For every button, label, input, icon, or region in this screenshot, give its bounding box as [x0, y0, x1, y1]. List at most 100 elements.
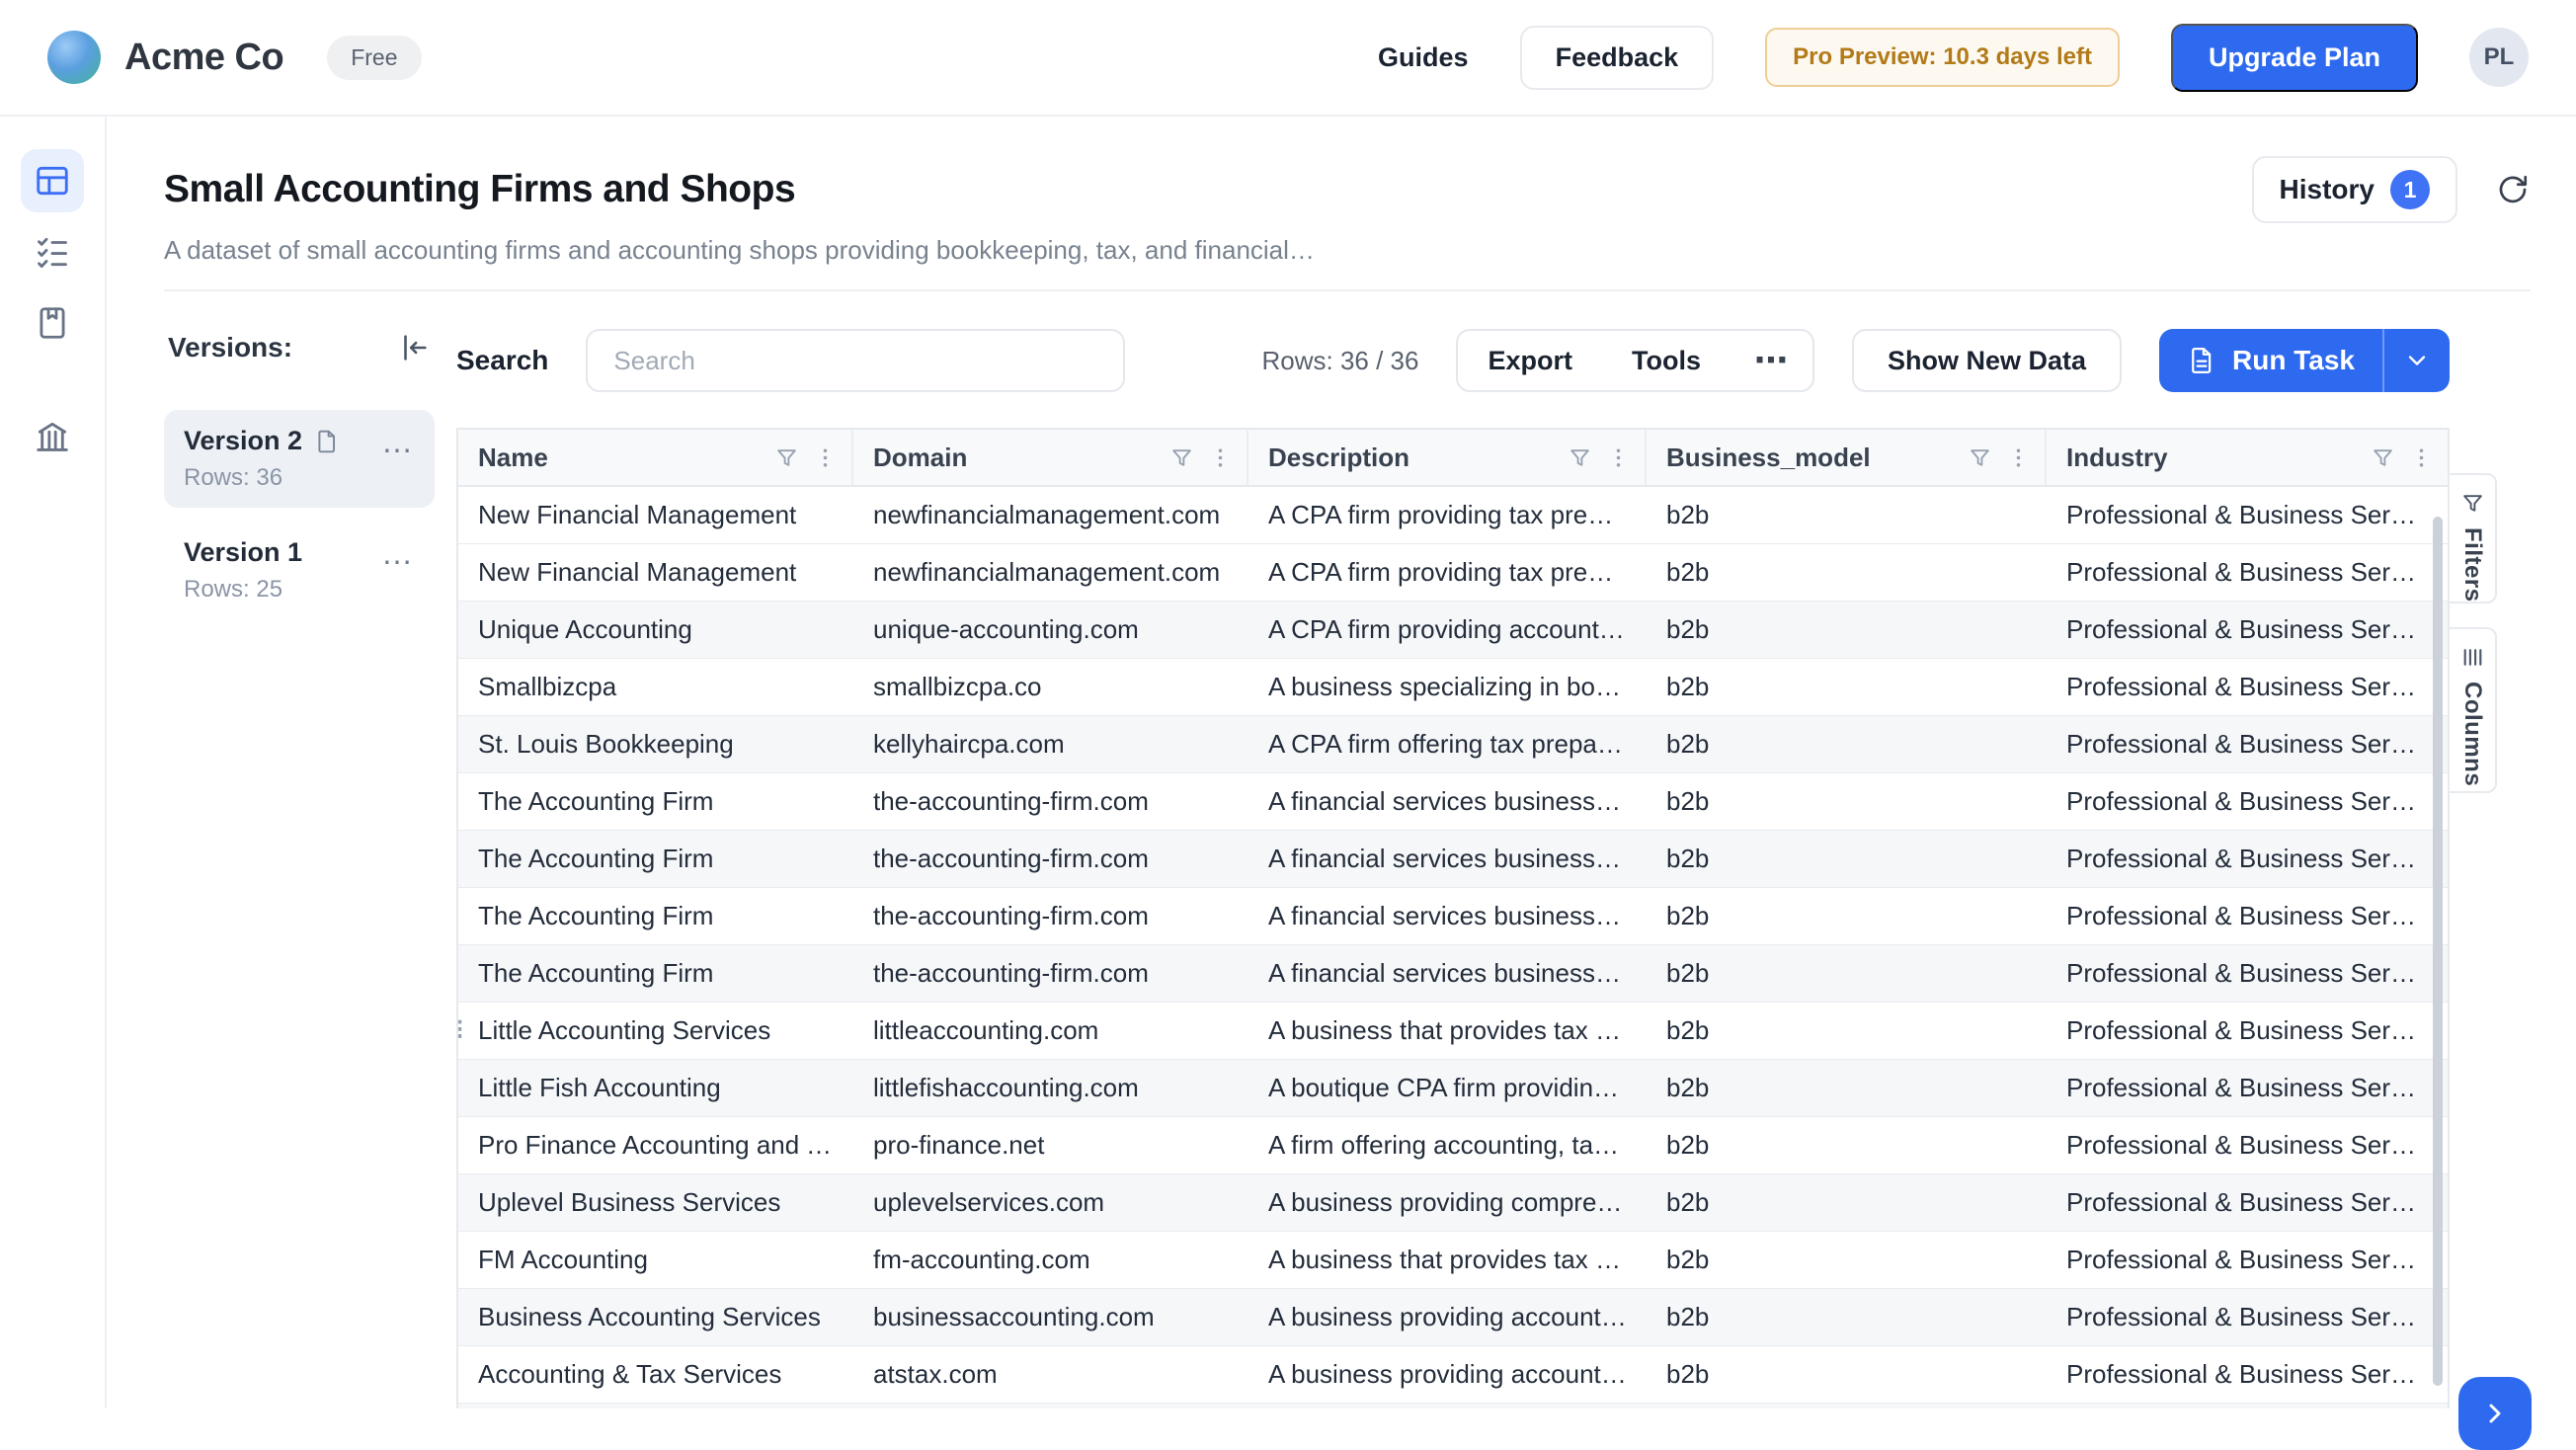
cell-domain[interactable]: businessaccounting.com [853, 1289, 1248, 1345]
cell-domain[interactable]: the-accounting-firm.com [853, 945, 1248, 1002]
cell-business-model[interactable]: b2b [1647, 487, 2047, 543]
cell-name[interactable]: The Accounting Firm [458, 773, 853, 830]
cell-description[interactable]: A financial services business o… [1248, 945, 1647, 1002]
cell-business-model[interactable]: b2b [1647, 1117, 2047, 1173]
filter-icon[interactable] [2371, 445, 2395, 470]
table-row[interactable]: Smallbizcpa smallbizcpa.co A business sp… [458, 659, 2448, 716]
column-menu-icon[interactable] [813, 445, 838, 470]
cell-domain[interactable]: unique-accounting.com [853, 602, 1248, 658]
rail-companies-button[interactable] [21, 405, 84, 468]
cell-business-model[interactable]: b2b [1647, 1289, 2047, 1345]
table-row[interactable]: New Financial Management newfinancialman… [458, 487, 2448, 544]
cell-business-model[interactable]: b2b [1647, 945, 2047, 1002]
cell-domain[interactable]: littleaccounting.com [853, 1003, 1248, 1059]
version-menu-icon[interactable]: … [381, 543, 415, 563]
cell-industry[interactable]: Professional & Business Servic… [2047, 945, 2448, 1002]
cell-industry[interactable]: Professional & Business Servic… [2047, 831, 2448, 887]
cell-industry[interactable]: Professional & Business Servic… [2047, 1289, 2448, 1345]
cell-description[interactable]: A business specializing in boo… [1248, 659, 1647, 715]
table-row[interactable]: Little Fish Accounting littlefishaccount… [458, 1060, 2448, 1117]
filter-icon[interactable] [1169, 445, 1194, 470]
cell-name[interactable]: The Accounting Firm [458, 945, 853, 1002]
table-row[interactable]: Accounting & Tax Services atstax.com A b… [458, 1346, 2448, 1404]
rail-table-view-button[interactable] [21, 149, 84, 212]
cell-name[interactable]: Business Accounting Services [458, 1289, 853, 1345]
rail-tasks-button[interactable] [21, 220, 84, 283]
table-row[interactable]: The Accounting Firm the-accounting-firm.… [458, 773, 2448, 831]
show-new-data-button[interactable]: Show New Data [1852, 329, 2122, 392]
table-row[interactable]: Uplevel Business Services uplevelservice… [458, 1174, 2448, 1232]
run-task-button[interactable]: Run Task [2159, 329, 2382, 392]
version-item[interactable]: Version 1 … Rows: 25 [164, 522, 435, 619]
cell-name[interactable]: Uplevel Business Services [458, 1174, 853, 1231]
column-header[interactable]: Industry [2047, 430, 2448, 485]
history-button[interactable]: History 1 [2252, 156, 2457, 223]
cell-domain[interactable]: the-accounting-firm.com [853, 888, 1248, 944]
rail-library-button[interactable] [21, 291, 84, 355]
export-button[interactable]: Export [1458, 331, 1602, 390]
cell-industry[interactable]: Professional & Business Servic… [2047, 1232, 2448, 1288]
cell-business-model[interactable]: b2b [1647, 1174, 2047, 1231]
cell-description[interactable]: A business that provides tax pl… [1248, 1003, 1647, 1059]
cell-industry[interactable]: Professional & Business Servic… [2047, 1060, 2448, 1116]
cell-description[interactable]: A business that provides tax p… [1248, 1232, 1647, 1288]
cell-description[interactable]: A firm offering accounting, tax… [1248, 1117, 1647, 1173]
column-menu-icon[interactable] [1606, 445, 1631, 470]
cell-name[interactable]: Elite Accounting & Tax [458, 1404, 853, 1409]
cell-domain[interactable]: pro-finance.net [853, 1117, 1248, 1173]
filter-icon[interactable] [1568, 445, 1592, 470]
column-header[interactable]: Description [1248, 430, 1647, 485]
cell-domain[interactable]: fm-accounting.com [853, 1232, 1248, 1288]
table-row[interactable]: Pro Finance Accounting and T… pro-financ… [458, 1117, 2448, 1174]
cell-domain[interactable]: newfinancialmanagement.com [853, 544, 1248, 601]
cell-description[interactable]: A CPA firm offering tax prepar… [1248, 716, 1647, 772]
cell-description[interactable]: A financial services business o… [1248, 831, 1647, 887]
table-row[interactable]: Business Accounting Services businessacc… [458, 1289, 2448, 1346]
table-row[interactable]: The Accounting Firm the-accounting-firm.… [458, 945, 2448, 1003]
cell-domain[interactable]: littlefishaccounting.com [853, 1060, 1248, 1116]
cell-business-model[interactable]: b2b [1647, 1003, 2047, 1059]
cell-name[interactable]: New Financial Management [458, 487, 853, 543]
cell-domain[interactable]: uplevelservices.com [853, 1174, 1248, 1231]
table-row[interactable]: St. Louis Bookkeeping kellyhaircpa.com A… [458, 716, 2448, 773]
filter-icon[interactable] [774, 445, 799, 470]
search-input[interactable] [586, 329, 1125, 392]
cell-domain[interactable]: the-accounting-firm.com [853, 831, 1248, 887]
cell-name[interactable]: Little Fish Accounting [458, 1060, 853, 1116]
cell-industry[interactable]: Professional & Business Servic… [2047, 1174, 2448, 1231]
cell-description[interactable]: A CPA firm providing accounti… [1248, 602, 1647, 658]
cell-name[interactable]: Little Accounting Services [458, 1003, 853, 1059]
vertical-scrollbar[interactable] [2433, 517, 2443, 1386]
cell-domain[interactable]: elitetaxplanningservices.com [853, 1404, 1248, 1409]
run-task-dropdown-button[interactable] [2384, 329, 2450, 392]
cell-name[interactable]: Pro Finance Accounting and T… [458, 1117, 853, 1173]
column-header[interactable]: Domain [853, 430, 1248, 485]
table-row[interactable]: The Accounting Firm the-accounting-firm.… [458, 888, 2448, 945]
cell-name[interactable]: The Accounting Firm [458, 831, 853, 887]
cell-business-model[interactable]: b2b [1647, 716, 2047, 772]
tools-overflow-icon[interactable]: ⋯ [1731, 331, 1812, 390]
cell-description[interactable]: A business providing compreh… [1248, 1174, 1647, 1231]
column-menu-icon[interactable] [1208, 445, 1233, 470]
cell-industry[interactable]: Professional & Business Servic… [2047, 1003, 2448, 1059]
cell-industry[interactable]: Professional & Business Servic… [2047, 773, 2448, 830]
cell-industry[interactable]: Professional & Business Servic… [2047, 888, 2448, 944]
column-header[interactable]: Name [458, 430, 853, 485]
cell-domain[interactable]: smallbizcpa.co [853, 659, 1248, 715]
refresh-button[interactable] [2495, 172, 2531, 207]
upgrade-plan-button[interactable]: Upgrade Plan [2171, 24, 2418, 92]
collapse-panel-button[interactable] [397, 331, 431, 364]
cell-domain[interactable]: kellyhaircpa.com [853, 716, 1248, 772]
filter-icon[interactable] [1968, 445, 1992, 470]
cell-industry[interactable]: Professional & Business Servic… [2047, 1404, 2448, 1409]
cell-name[interactable]: Smallbizcpa [458, 659, 853, 715]
table-row[interactable]: Unique Accounting unique-accounting.com … [458, 602, 2448, 659]
table-row[interactable]: FM Accounting fm-accounting.com A busine… [458, 1232, 2448, 1289]
cell-business-model[interactable]: b2b [1647, 659, 2047, 715]
cell-description[interactable]: A boutique CPA firm providing … [1248, 1060, 1647, 1116]
cell-description[interactable]: A CPA firm providing tax prepa… [1248, 544, 1647, 601]
cell-industry[interactable]: Professional & Business Servic… [2047, 487, 2448, 543]
cell-name[interactable]: St. Louis Bookkeeping [458, 716, 853, 772]
table-row[interactable]: The Accounting Firm the-accounting-firm.… [458, 831, 2448, 888]
cell-name[interactable]: New Financial Management [458, 544, 853, 601]
